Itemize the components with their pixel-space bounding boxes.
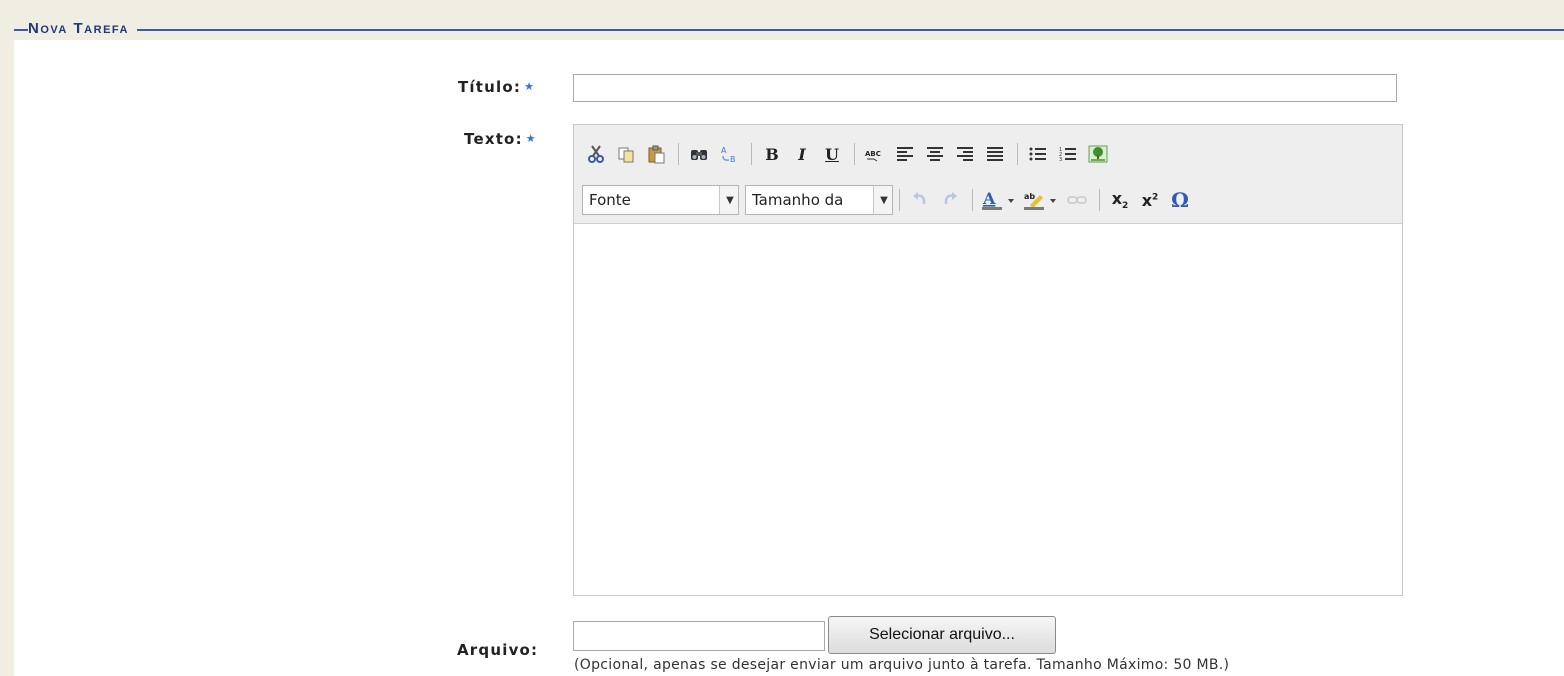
required-star-icon: ★	[525, 132, 537, 145]
required-star-icon: ★	[524, 80, 536, 93]
select-file-button[interactable]: Selecionar arquivo...	[828, 616, 1056, 654]
redo-icon[interactable]	[936, 187, 964, 213]
file-path-input[interactable]	[573, 621, 825, 651]
numbered-list-icon[interactable]: 123	[1054, 141, 1082, 167]
cut-icon[interactable]	[582, 141, 610, 167]
find-icon[interactable]	[685, 141, 713, 167]
replace-icon[interactable]: AB	[715, 141, 743, 167]
section-divider	[14, 29, 1564, 31]
align-center-icon[interactable]	[921, 141, 949, 167]
editor-toolbar: AB B I U ABC 1 2 3 Fonte ▼ Tamanho da ▼ …	[574, 125, 1402, 224]
align-right-icon[interactable]	[951, 141, 979, 167]
svg-text:B: B	[730, 155, 736, 164]
texto-label: Texto: ★	[464, 130, 537, 148]
bold-icon[interactable]: B	[758, 141, 786, 167]
titulo-label-text: Título:	[458, 78, 522, 96]
align-left-icon[interactable]	[891, 141, 919, 167]
svg-text:3: 3	[1059, 157, 1062, 162]
text-color-icon[interactable]: A	[979, 187, 1019, 213]
svg-text:A: A	[721, 146, 727, 155]
paste-icon[interactable]	[642, 141, 670, 167]
image-icon[interactable]	[1084, 141, 1112, 167]
titulo-label: Título: ★	[458, 78, 535, 96]
chevron-down-icon: ▼	[873, 186, 892, 214]
toolbar-row-2: Fonte ▼ Tamanho da ▼ A ab x2 x2 Ω	[582, 185, 1196, 215]
font-family-dropdown[interactable]: Fonte ▼	[582, 185, 739, 215]
section-header: Nova Tarefa	[14, 18, 1564, 42]
svg-text:ab: ab	[1024, 192, 1035, 201]
toolbar-separator	[899, 189, 900, 211]
special-char-icon[interactable]: Ω	[1166, 187, 1194, 213]
texto-label-text: Texto:	[464, 130, 523, 148]
toolbar-separator	[1099, 189, 1100, 211]
underline-icon[interactable]: U	[818, 141, 846, 167]
bullet-list-icon[interactable]	[1024, 141, 1052, 167]
arquivo-label: Arquivo:	[457, 641, 539, 659]
toolbar-separator	[1017, 143, 1018, 165]
section-title: Nova Tarefa	[28, 18, 137, 40]
chevron-down-icon: ▼	[719, 186, 738, 214]
svg-text:ABC: ABC	[865, 150, 881, 158]
subscript-icon[interactable]: x2	[1106, 187, 1134, 213]
font-size-dropdown[interactable]: Tamanho da ▼	[745, 185, 893, 215]
font-size-value: Tamanho da	[752, 191, 844, 209]
editor-content-area[interactable]	[574, 224, 1402, 595]
font-family-value: Fonte	[589, 191, 631, 209]
toolbar-separator	[751, 143, 752, 165]
superscript-icon[interactable]: x2	[1136, 187, 1164, 213]
titulo-input[interactable]	[573, 74, 1397, 102]
justify-icon[interactable]	[981, 141, 1009, 167]
copy-icon[interactable]	[612, 141, 640, 167]
highlight-icon[interactable]: ab	[1021, 187, 1061, 213]
undo-icon[interactable]	[906, 187, 934, 213]
toolbar-row-1: AB B I U ABC 1 2 3	[582, 139, 1114, 169]
toolbar-separator	[678, 143, 679, 165]
link-icon[interactable]	[1063, 187, 1091, 213]
spellcheck-icon[interactable]: ABC	[861, 141, 889, 167]
toolbar-separator	[854, 143, 855, 165]
italic-icon[interactable]: I	[788, 141, 816, 167]
toolbar-separator	[972, 189, 973, 211]
svg-text:A: A	[982, 189, 996, 208]
rich-text-editor: AB B I U ABC 1 2 3 Fonte ▼ Tamanho da ▼ …	[573, 124, 1403, 596]
file-hint-text: (Opcional, apenas se desejar enviar um a…	[574, 657, 1230, 673]
